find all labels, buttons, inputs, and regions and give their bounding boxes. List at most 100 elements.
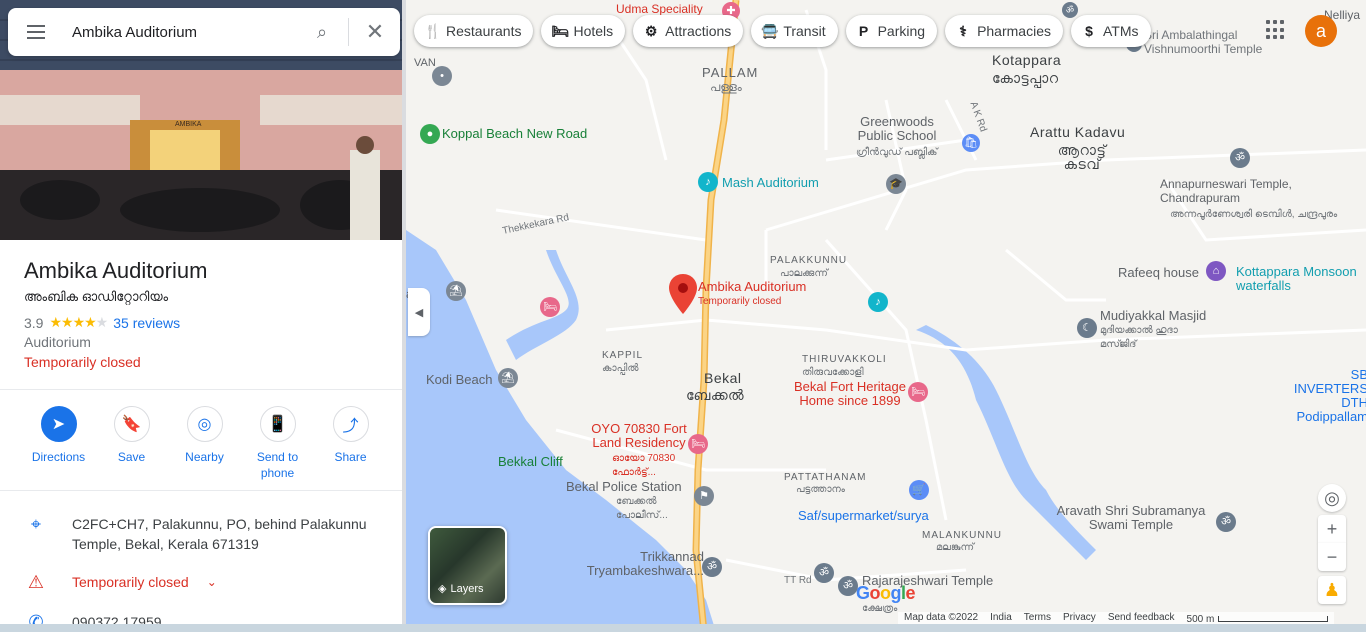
my-location-button[interactable]: ◎ bbox=[1318, 484, 1346, 512]
search-icon[interactable]: ⌕ bbox=[304, 8, 340, 56]
action-label: Share bbox=[334, 450, 367, 464]
lodging-pin-icon-2[interactable]: 🛏 bbox=[908, 382, 928, 402]
temple-pin-icon-2[interactable]: ॐ bbox=[1216, 512, 1236, 532]
map-label-ambika[interactable]: Ambika Auditorium bbox=[698, 280, 806, 294]
map-label-sb-inverters[interactable]: SB INVERTERS DTH Podippallam bbox=[1274, 368, 1366, 424]
category-chips: 🍴 Restaurants 🛏 Hotels ⚙ Attractions 🚍 Trans… bbox=[414, 15, 1151, 47]
action-buttons: ➤ Directions 🔖 Save ◎ Nearby 📱 Send to p… bbox=[22, 406, 387, 481]
reviews-link[interactable]: 35 reviews bbox=[113, 315, 180, 331]
layers-button[interactable]: ◈ Layers bbox=[428, 526, 507, 605]
address-row[interactable]: ⌖ C2FC+CH7, Palakunnu, PO, behind Palaku… bbox=[0, 514, 402, 554]
map-label-pallam: PALLAM bbox=[702, 65, 759, 80]
map-label-bekal: Bekal bbox=[704, 370, 742, 386]
parking-icon: P bbox=[858, 23, 869, 39]
map-label-aravath[interactable]: Aravath Shri Subramanya Swami Temple bbox=[1056, 504, 1206, 532]
map-label-udma[interactable]: Udma Speciality bbox=[616, 2, 703, 16]
chip-restaurants[interactable]: 🍴 Restaurants bbox=[414, 15, 534, 47]
map-label-greenwoods[interactable]: Greenwoods Public School bbox=[842, 115, 952, 143]
music-venue-pin-icon[interactable]: ♪ bbox=[698, 172, 718, 192]
map-label-oyo-ml: ഓയോ 70830 ഫോർട്ട്... bbox=[612, 453, 676, 478]
map-label-oyo[interactable]: OYO 70830 Fort Land Residency bbox=[584, 422, 694, 450]
pharmacy-icon: ⚕ bbox=[959, 22, 967, 39]
temple-pin-icon-4[interactable]: ॐ bbox=[814, 563, 834, 583]
map-label-police[interactable]: Bekal Police Station bbox=[566, 480, 682, 494]
directions-button[interactable]: ➤ Directions bbox=[22, 406, 95, 481]
menu-icon[interactable] bbox=[8, 8, 64, 56]
chevron-left-icon: ◀ bbox=[414, 306, 424, 319]
map-label-ambalathingal[interactable]: Sri Ambalathingal Vishnumoorthi Temple bbox=[1144, 28, 1274, 56]
status-text: Temporarily closed bbox=[72, 574, 189, 590]
map-label-kodi[interactable]: Kodi Beach bbox=[426, 373, 493, 387]
star-rating-icon: ★★★★★ bbox=[49, 314, 108, 330]
music-venue-pin-icon-2[interactable]: ♪ bbox=[868, 292, 888, 312]
google-apps-icon[interactable] bbox=[1266, 20, 1286, 40]
map-label-rajarajeshwari-ml: ക്ഷേത്രം bbox=[862, 603, 898, 614]
map-label-mudiyakkal[interactable]: Mudiyakkal Masjid bbox=[1100, 309, 1206, 323]
park-pin-icon[interactable]: ● bbox=[420, 124, 440, 144]
place-panel: AMBIKA ⌕ ✕ Ambika Auditorium അംബിക ഓഡിറ്… bbox=[0, 0, 402, 632]
plus-icon: + bbox=[1326, 518, 1338, 539]
beach-pin-icon[interactable]: ⛱ bbox=[446, 281, 466, 301]
transit-icon: 🚍 bbox=[761, 22, 779, 39]
chip-transit[interactable]: 🚍 Transit bbox=[751, 15, 838, 47]
chip-hotels[interactable]: 🛏 Hotels bbox=[541, 15, 626, 47]
directions-icon: ➤ bbox=[40, 406, 77, 442]
police-pin-icon[interactable]: ⚑ bbox=[694, 486, 714, 506]
school-pin-icon[interactable]: 🎓 bbox=[886, 174, 906, 194]
hotel-icon: 🛏 bbox=[551, 22, 570, 39]
layers-label-row: ◈ Layers bbox=[438, 582, 484, 596]
chip-label: Pharmacies bbox=[977, 23, 1051, 39]
zoom-out-button[interactable]: − bbox=[1318, 543, 1346, 571]
temple-pin-icon[interactable]: ॐ bbox=[1230, 148, 1250, 168]
map-label-annapurneswari[interactable]: Annapurneswari Temple, Chandrapuram bbox=[1160, 177, 1350, 205]
map-label-kottappara-falls[interactable]: Kottappara Monsoon waterfalls bbox=[1236, 265, 1366, 293]
map-label-trikkannad[interactable]: Trikkannad Tryambakeshwara... bbox=[574, 550, 704, 578]
chip-pharmacies[interactable]: ⚕ Pharmacies bbox=[945, 15, 1063, 47]
chip-attractions[interactable]: ⚙ Attractions bbox=[633, 15, 744, 47]
shopping-pin-icon[interactable]: 🛍 bbox=[962, 134, 980, 152]
atm-icon: $ bbox=[1085, 23, 1093, 39]
share-button[interactable]: ⤴ Share bbox=[314, 406, 387, 481]
supermarket-pin-icon[interactable]: 🛒 bbox=[909, 480, 929, 500]
map-label-thiruvakkoli-ml: തിരുവക്കോളി bbox=[802, 367, 864, 378]
bookmark-icon: 🔖 bbox=[113, 406, 150, 442]
map-label-tt-rd: TT Rd bbox=[784, 575, 812, 586]
map-label-bekkal-cliff[interactable]: Bekkal Cliff bbox=[498, 455, 563, 469]
temple-pin-icon-5[interactable]: ॐ bbox=[838, 576, 858, 596]
lodging-pin-icon[interactable]: 🛏 bbox=[540, 297, 560, 317]
selected-place-marker-icon[interactable] bbox=[669, 274, 697, 314]
chip-atms[interactable]: $ ATMs bbox=[1070, 15, 1151, 47]
home-pin-icon[interactable]: ⌂ bbox=[1206, 261, 1226, 281]
place-category[interactable]: Auditorium bbox=[24, 334, 91, 350]
map-label-greenwoods-ml: ഗ്രീൻവുഡ് പബ്ലിക് bbox=[856, 147, 938, 158]
search-input[interactable] bbox=[72, 8, 304, 56]
collapse-panel-button[interactable]: ◀ bbox=[408, 288, 430, 336]
warning-icon: ⚠ bbox=[27, 572, 45, 592]
nearby-button[interactable]: ◎ Nearby bbox=[168, 406, 241, 481]
place-title: Ambika Auditorium bbox=[24, 258, 208, 283]
map-label-kappil: KAPPIL bbox=[602, 350, 644, 361]
location-pin-icon: ⌖ bbox=[30, 514, 42, 534]
temple-pin-icon-3[interactable]: ॐ bbox=[702, 557, 722, 577]
lodging-pin-icon-3[interactable]: 🛏 bbox=[688, 434, 708, 454]
send-to-phone-button[interactable]: 📱 Send to phone bbox=[241, 406, 314, 481]
generic-pin-icon[interactable]: • bbox=[432, 66, 452, 86]
zoom-in-button[interactable]: + bbox=[1318, 515, 1346, 543]
map-label-rafeeq[interactable]: Rafeeq house bbox=[1118, 266, 1199, 280]
layers-icon: ◈ bbox=[438, 583, 447, 595]
close-icon[interactable]: ✕ bbox=[357, 8, 393, 56]
map-canvas[interactable]: Udma Speciality ✚ PALLAM പള്ളം Kotappara… bbox=[406, 0, 1366, 632]
map-label-mash[interactable]: Mash Auditorium bbox=[722, 176, 819, 190]
nearby-icon: ◎ bbox=[186, 406, 223, 442]
map-label-koppal[interactable]: Koppal Beach New Road bbox=[442, 127, 587, 141]
status-row[interactable]: ⚠ Temporarily closed ⌄ bbox=[0, 572, 402, 593]
map-label-saf[interactable]: Saf/supermarket/surya bbox=[798, 509, 929, 523]
save-button[interactable]: 🔖 Save bbox=[95, 406, 168, 481]
beach-pin-icon-2[interactable]: ⛱ bbox=[498, 368, 518, 388]
account-avatar[interactable]: a bbox=[1305, 15, 1337, 47]
chevron-down-icon[interactable]: ⌄ bbox=[207, 572, 217, 593]
mosque-pin-icon[interactable]: ☾ bbox=[1077, 318, 1097, 338]
chip-parking[interactable]: P Parking bbox=[845, 15, 938, 47]
street-view-pegman[interactable]: ♟ bbox=[1318, 576, 1346, 604]
map-label-bekal-fort[interactable]: Bekal Fort Heritage Home since 1899 bbox=[790, 380, 910, 408]
